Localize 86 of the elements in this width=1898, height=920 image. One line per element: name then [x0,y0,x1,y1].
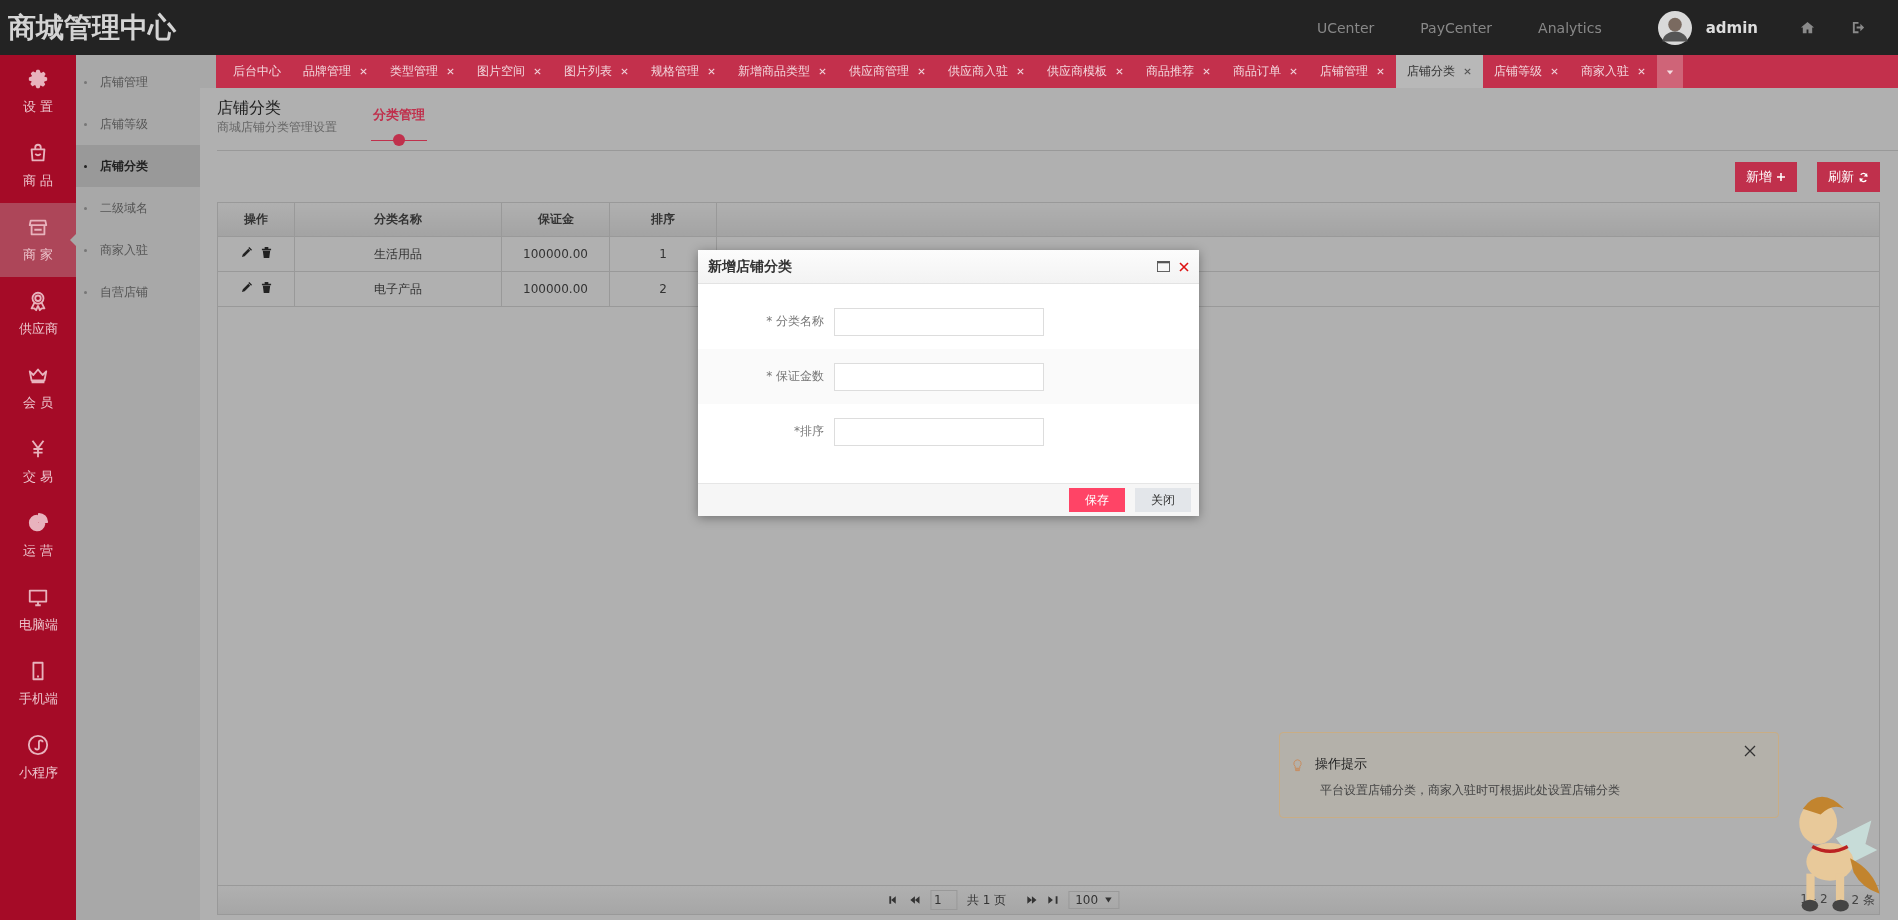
maximize-icon[interactable] [1157,261,1170,272]
caret-icon [1666,67,1674,76]
column-header: 保证金 [501,203,610,237]
field-label: * 分类名称 [765,313,824,330]
sidebar-item[interactable]: 供应商 [0,277,76,351]
page-tab[interactable]: 类型管理 [379,55,466,88]
tip-text: 平台设置店铺分类，商家入驻时可根据此处设置店铺分类 [1320,782,1621,799]
input-field[interactable] [834,362,1044,391]
page-tab[interactable]: 商品推荐 [1135,55,1222,88]
save-button[interactable]: 保存 [1069,488,1125,512]
sidebar-item[interactable]: 商 品 [0,129,76,203]
pie-chart-icon [27,512,49,534]
page-tab[interactable]: 店铺等级 [1483,55,1570,88]
tip-title: 操作提示 [1315,755,1367,773]
section-tab[interactable]: 分类管理 [371,98,427,146]
sidebar-item[interactable]: 电脑端 [0,573,76,647]
submenu-item[interactable]: 店铺等级 [76,103,200,145]
submenu-item[interactable]: 店铺管理 [76,61,200,103]
page-count: 共 1 页 [966,891,1007,909]
edit-icon[interactable] [240,282,252,293]
close-button[interactable]: 关闭 [1135,488,1191,512]
submenu-item[interactable]: 自营店铺 [76,271,200,313]
sidebar-item[interactable]: 商 家 [0,203,76,277]
prev-page-icon[interactable] [908,896,920,904]
gear-icon [27,68,49,90]
sidebar-item[interactable]: 交 易 [0,425,76,499]
submenu-item[interactable]: 二级域名 [76,187,200,229]
page-title: 店铺分类 [217,98,282,119]
page-input[interactable]: 1 [929,890,957,910]
app-title: 商城管理中心 [8,9,177,46]
add-button[interactable]: 新增 [1735,162,1797,192]
first-page-icon[interactable] [887,896,899,904]
caret-icon [1104,896,1113,904]
field-label: * 保证金数 [765,368,824,385]
field-label: *排序 [793,423,824,440]
page-size-select[interactable]: 100 [1068,891,1120,909]
page-tab[interactable]: 品牌管理 [292,55,379,88]
sidebar-item[interactable]: 会 员 [0,351,76,425]
next-page-icon[interactable] [1026,896,1038,904]
page-tab[interactable]: 店铺分类 [1396,55,1483,88]
trash-icon[interactable] [260,282,272,293]
refresh-icon [1858,171,1869,183]
column-header: 操作 [218,203,295,237]
table-cell: 100000.00 [501,271,610,307]
page-tab[interactable]: 商家入驻 [1570,55,1657,88]
page-tab[interactable]: 规格管理 [640,55,727,88]
page-tab[interactable]: 供应商模板 [1036,55,1135,88]
nav-link[interactable]: PayCenter [1420,19,1493,36]
column-header: 分类名称 [294,203,502,237]
input-field[interactable] [834,417,1044,446]
submenu-item[interactable]: 商家入驻 [76,229,200,271]
page-tab[interactable]: 图片列表 [553,55,640,88]
submenu-item[interactable]: 店铺分类 [76,145,200,187]
plus-icon [1776,172,1786,182]
sidebar-item[interactable]: 运 营 [0,499,76,573]
last-page-icon[interactable] [1047,896,1059,904]
page-tab[interactable]: 店铺管理 [1309,55,1396,88]
home-icon[interactable] [1800,20,1815,35]
page-tab[interactable]: 供应商管理 [838,55,937,88]
sidebar-item[interactable]: 小程序 [0,721,76,795]
edit-icon[interactable] [240,247,252,258]
lightbulb-icon [1290,756,1305,772]
close-icon[interactable] [1744,745,1756,757]
sidebar-item[interactable]: 设 置 [0,55,76,129]
refresh-button[interactable]: 刷新 [1817,162,1880,192]
page-tab[interactable]: 图片空间 [466,55,553,88]
logout-icon[interactable] [1851,20,1866,35]
table-cell: 100000.00 [501,236,610,272]
avatar-icon[interactable] [1657,10,1692,45]
nav-link[interactable]: Analytics [1538,19,1602,36]
user-name[interactable]: admin [1705,18,1758,37]
page-tab[interactable]: 新增商品类型 [727,55,838,88]
column-header: 排序 [609,203,717,237]
page-tab[interactable]: 供应商入驻 [937,55,1036,88]
page-tab[interactable]: 后台中心 [222,55,292,88]
close-icon[interactable] [1463,67,1472,76]
trash-icon[interactable] [260,247,272,258]
page-tab[interactable]: 商品订单 [1222,55,1309,88]
table-cell: 电子产品 [294,271,502,307]
sidebar-item[interactable]: 手机端 [0,647,76,721]
nav-link[interactable]: UCenter [1316,19,1375,36]
table-cell: 生活用品 [294,236,502,272]
close-icon[interactable] [1179,261,1189,272]
record-total: 2 条 [1851,891,1875,909]
input-field[interactable] [834,307,1044,336]
page-subtitle: 商城店铺分类管理设置 [217,119,337,136]
